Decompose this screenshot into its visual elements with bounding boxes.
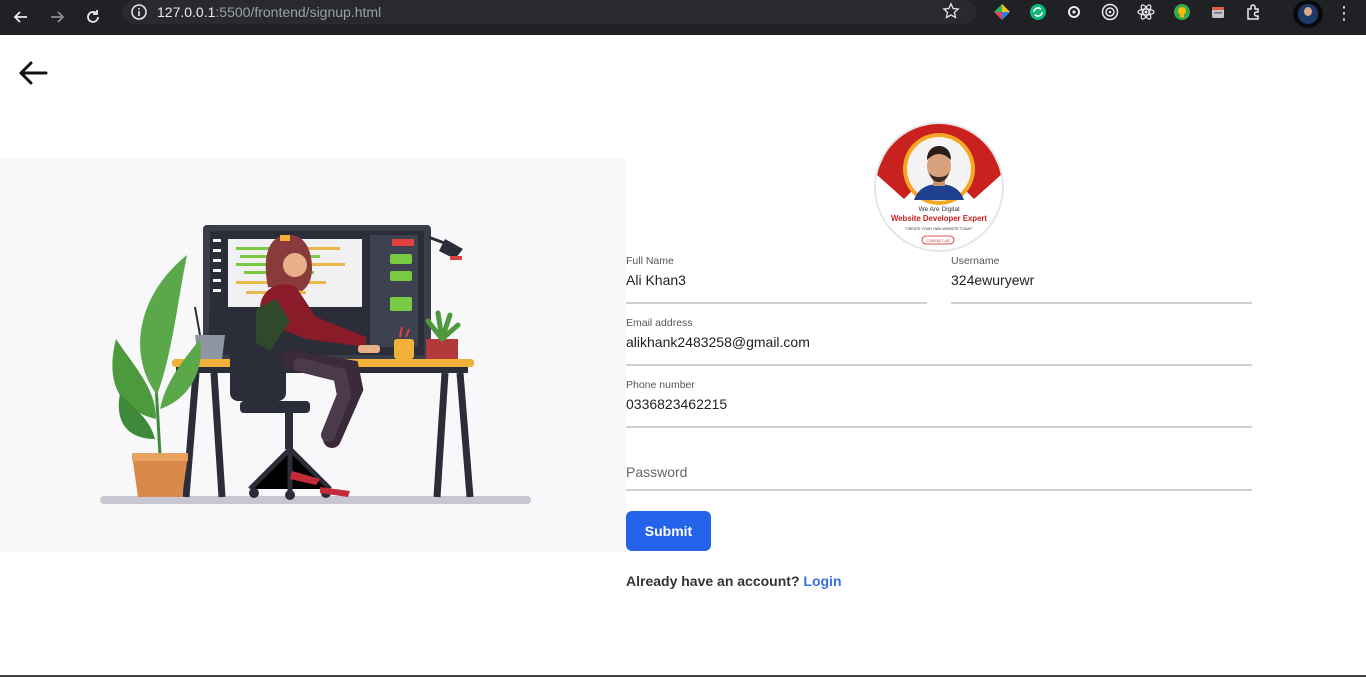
username-input[interactable]: 324ewuryewr — [951, 272, 1034, 288]
kebab-menu-icon[interactable]: ⋮ — [1334, 4, 1354, 24]
extension-icon[interactable] — [1172, 2, 1192, 22]
profile-line1: We Are Digital — [918, 206, 960, 213]
developer-illustration — [0, 159, 626, 552]
login-link[interactable]: Login — [803, 573, 841, 589]
profile-line2: Website Developer Expert — [891, 214, 987, 223]
extension-icon[interactable] — [1136, 2, 1156, 22]
phone-label: Phone number — [626, 379, 695, 391]
extension-icon[interactable] — [992, 2, 1012, 22]
field-underline — [951, 302, 1252, 304]
password-field[interactable]: Password — [626, 454, 1252, 491]
login-prompt: Already have an account? Login — [626, 573, 842, 589]
field-underline — [626, 426, 1252, 428]
profile-contact-button: CONTACT US — [926, 239, 950, 243]
phone-field[interactable]: Phone number 0336823462215 — [626, 379, 1252, 428]
extension-icon[interactable] — [1028, 2, 1048, 22]
extension-icon[interactable] — [1208, 2, 1228, 22]
browser-toolbar: 127.0.0.1:5500/frontend/signup.html ⋮ — [0, 0, 1366, 35]
email-field[interactable]: Email address alikhank2483258@gmail.com — [626, 317, 1252, 366]
full-name-field[interactable]: Full Name Ali Khan3 — [626, 255, 927, 304]
password-input[interactable]: Password — [626, 464, 687, 480]
extension-icon[interactable] — [1064, 2, 1084, 22]
forward-arrow-icon[interactable] — [42, 2, 72, 32]
extensions-puzzle-icon[interactable] — [1244, 2, 1264, 22]
field-underline — [626, 489, 1252, 491]
field-underline — [626, 302, 927, 304]
email-input[interactable]: alikhank2483258@gmail.com — [626, 334, 810, 350]
username-label: Username — [951, 255, 1000, 267]
full-name-label: Full Name — [626, 255, 674, 267]
field-underline — [626, 364, 1252, 366]
email-label: Email address — [626, 317, 693, 329]
star-icon[interactable] — [942, 2, 960, 25]
address-bar[interactable]: 127.0.0.1:5500/frontend/signup.html — [122, 0, 976, 24]
profile-picture[interactable]: We Are Digital Website Developer Expert … — [874, 122, 1004, 252]
username-field[interactable]: Username 324ewuryewr — [951, 255, 1252, 304]
phone-input[interactable]: 0336823462215 — [626, 396, 727, 412]
url-text: 127.0.0.1:5500/frontend/signup.html — [157, 4, 382, 20]
login-prompt-text: Already have an account? — [626, 573, 800, 589]
profile-line3: "CREATE YOUR OWN WEBSITE TODAY" — [905, 227, 974, 231]
extension-icon[interactable] — [1100, 2, 1120, 22]
back-arrow-icon[interactable] — [6, 2, 36, 32]
full-name-input[interactable]: Ali Khan3 — [626, 272, 686, 288]
info-icon[interactable] — [130, 3, 148, 26]
page-back-arrow-icon[interactable] — [18, 60, 50, 86]
reload-icon[interactable] — [78, 2, 108, 32]
signup-page: We Are Digital Website Developer Expert … — [0, 35, 1366, 677]
submit-button[interactable]: Submit — [626, 511, 711, 551]
profile-avatar[interactable] — [1293, 0, 1323, 28]
